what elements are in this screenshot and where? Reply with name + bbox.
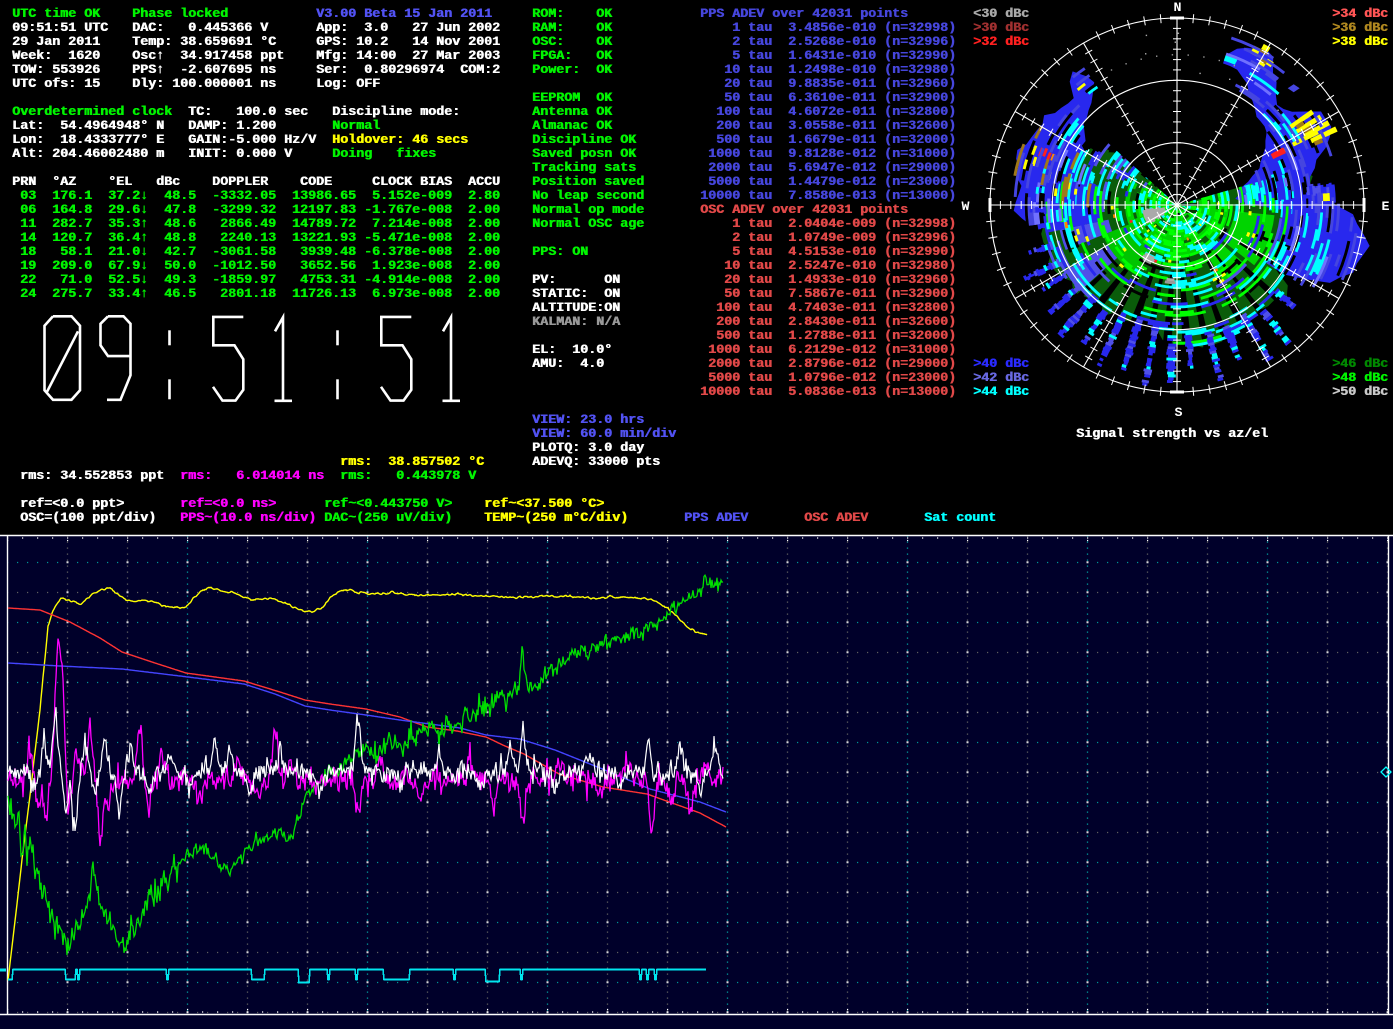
svg-text:E: E xyxy=(1382,199,1390,214)
svg-text:S: S xyxy=(1175,405,1183,420)
svg-text:N: N xyxy=(1174,0,1182,15)
svg-text:W: W xyxy=(962,199,970,214)
